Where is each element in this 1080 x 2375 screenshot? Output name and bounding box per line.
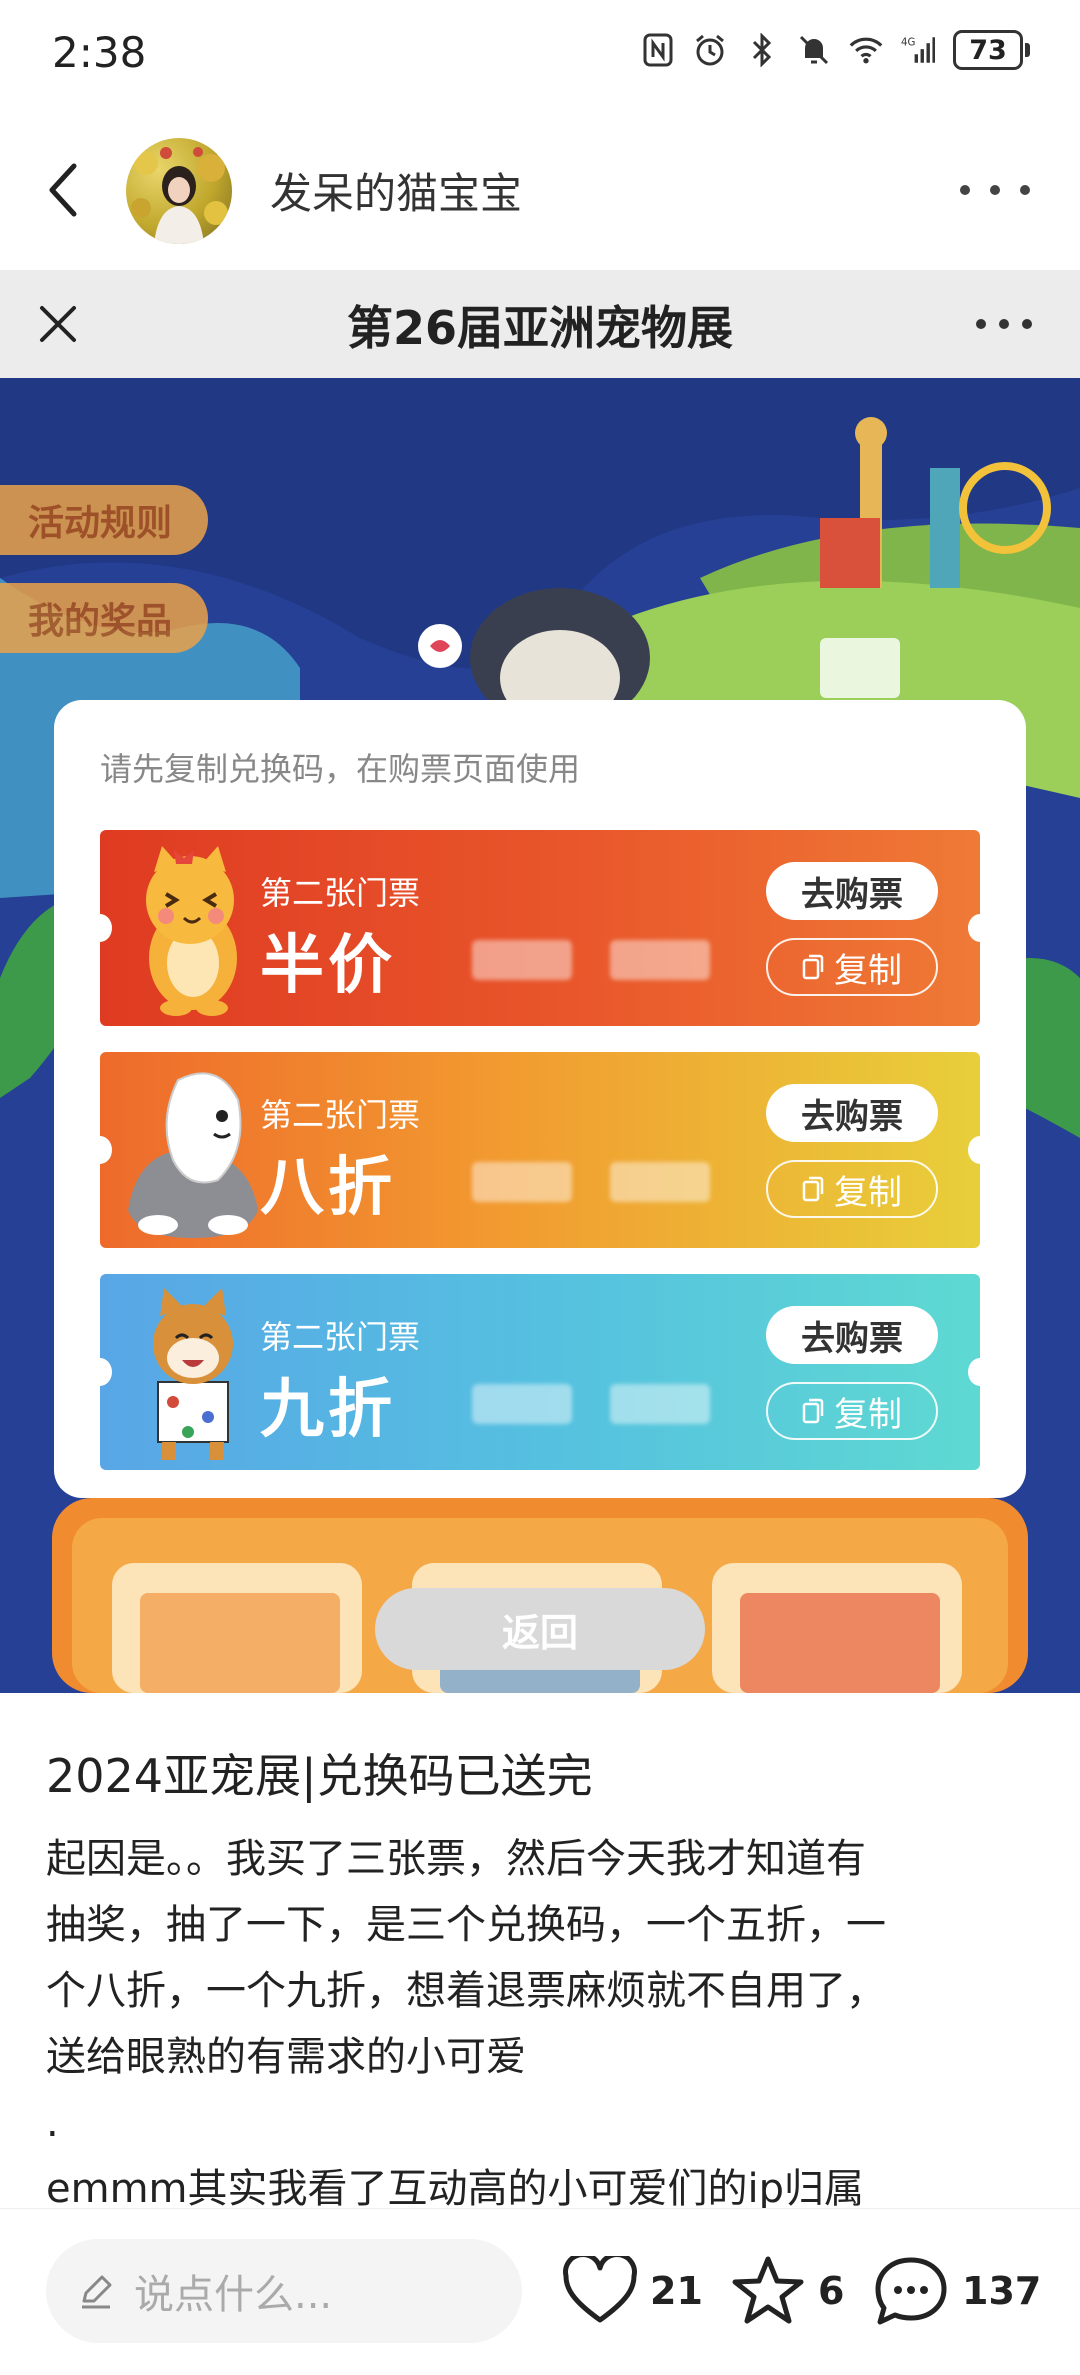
post-body-line: . <box>46 2100 59 2146</box>
sheepdog-mascot-icon <box>128 1072 258 1238</box>
alarm-icon <box>693 31 727 69</box>
buy-ticket-button[interactable]: 去购票 <box>766 1084 938 1142</box>
buy-ticket-button[interactable]: 去购票 <box>766 1306 938 1364</box>
comment-button[interactable]: 137 <box>872 2249 1041 2333</box>
comment-input[interactable]: 说点什么... <box>46 2239 522 2343</box>
battery-level: 73 <box>953 30 1023 70</box>
author-name[interactable]: 发呆的猫宝宝 <box>270 160 522 221</box>
bluetooth-icon <box>745 31 779 69</box>
post-body-line: 个八折，一个九折，想着退票麻烦就不自用了， <box>46 1968 886 2014</box>
redacted-code <box>610 940 710 980</box>
svg-text:4G: 4G <box>901 38 915 49</box>
star-icon <box>732 2256 804 2324</box>
comment-count: 137 <box>962 2269 1042 2313</box>
mute-icon <box>797 31 831 69</box>
heart-icon <box>563 2256 637 2323</box>
battery-indicator: 73 <box>953 30 1030 70</box>
redacted-code <box>472 940 572 980</box>
copy-label: 复制 <box>834 950 902 991</box>
post-body-line: 送给眼熟的有需求的小可爱 <box>46 2034 526 2080</box>
modal-hint: 请先复制兑换码，在购票页面使用 <box>100 750 581 788</box>
coupon-20-off: 第二张门票 八折 去购票 复制 <box>100 1052 980 1248</box>
buy-ticket-button[interactable]: 去购票 <box>766 862 938 920</box>
coupon-discount: 九折 <box>260 1373 396 1447</box>
post-image[interactable]: 第26届亚洲宠物展 活动规则 我的奖品 请先复制兑换码，在购票页面使用 第二张门… <box>0 270 1080 1693</box>
copy-icon <box>802 1398 824 1424</box>
copy-icon <box>802 1176 824 1202</box>
coupon-half-price: 第二张门票 半价 去购票 复制 <box>100 830 980 1026</box>
more-icon <box>976 314 1032 334</box>
chevron-left-icon <box>49 163 77 217</box>
copy-code-button[interactable]: 复制 <box>766 938 938 996</box>
status-icons: 4G 73 <box>641 30 1030 70</box>
nfc-icon <box>641 31 675 69</box>
mini-program-title: 第26届亚洲宠物展 <box>346 301 733 355</box>
return-button[interactable]: 返回 <box>375 1588 705 1670</box>
pencil-icon <box>82 2275 112 2309</box>
shiba-mascot-icon <box>153 1288 233 1460</box>
cellular-signal-icon: 4G <box>901 31 935 69</box>
copy-label: 复制 <box>834 1172 902 1213</box>
mini-program-titlebar: 第26届亚洲宠物展 <box>0 270 1080 378</box>
coupon-discount: 半价 <box>260 929 396 1003</box>
redeem-code-modal: 请先复制兑换码，在购票页面使用 第二张门票 半价 去购票 复制 第二张门票 八折… <box>54 700 1026 1498</box>
post-title: 2024亚宠展|兑换码已送完 <box>46 1749 593 1803</box>
activity-rules-button[interactable]: 活动规则 <box>0 485 209 555</box>
coupon-label: 第二张门票 <box>260 1096 421 1134</box>
back-button[interactable] <box>38 155 88 225</box>
redacted-code <box>472 1162 572 1202</box>
redacted-code <box>610 1162 710 1202</box>
author-avatar[interactable] <box>126 138 232 244</box>
status-bar: 2:38 4G 73 <box>0 0 1080 110</box>
post-header: 发呆的猫宝宝 <box>0 110 1080 270</box>
redacted-code <box>472 1384 572 1424</box>
post-body-line: 抽奖，抽了一下，是三个兑换码，一个五折，一 <box>46 1902 886 1948</box>
comment-bubble-icon <box>875 2257 947 2325</box>
favorite-button[interactable]: 6 <box>730 2249 844 2333</box>
copy-label: 复制 <box>834 1394 902 1435</box>
copy-code-button[interactable]: 复制 <box>766 1382 938 1440</box>
coupon-10-off: 第二张门票 九折 去购票 复制 <box>100 1274 980 1470</box>
cat-mascot-icon <box>146 846 237 1016</box>
coupon-discount: 八折 <box>260 1151 396 1225</box>
redacted-code <box>610 1384 710 1424</box>
comment-placeholder: 说点什么... <box>134 2272 333 2318</box>
bottom-action-bar: 说点什么... 21 6 137 <box>0 2208 1080 2375</box>
copy-icon <box>802 954 824 980</box>
favorite-count: 6 <box>818 2269 845 2313</box>
like-count: 21 <box>650 2269 703 2313</box>
more-options-button[interactable] <box>960 170 1030 210</box>
wifi-icon <box>849 31 883 69</box>
status-time: 2:38 <box>52 28 147 77</box>
coupon-label: 第二张门票 <box>260 1318 421 1356</box>
my-prizes-button[interactable]: 我的奖品 <box>0 583 209 653</box>
post-body: 起因是。。我买了三张票，然后今天我才知道有 抽奖，抽了一下，是三个兑换码，一个五… <box>46 1826 1036 2222</box>
copy-code-button[interactable]: 复制 <box>766 1160 938 1218</box>
like-button[interactable]: 21 <box>562 2249 703 2333</box>
post-body-line: 起因是。。我买了三张票，然后今天我才知道有 <box>46 1836 866 1882</box>
coupon-label: 第二张门票 <box>260 874 421 912</box>
